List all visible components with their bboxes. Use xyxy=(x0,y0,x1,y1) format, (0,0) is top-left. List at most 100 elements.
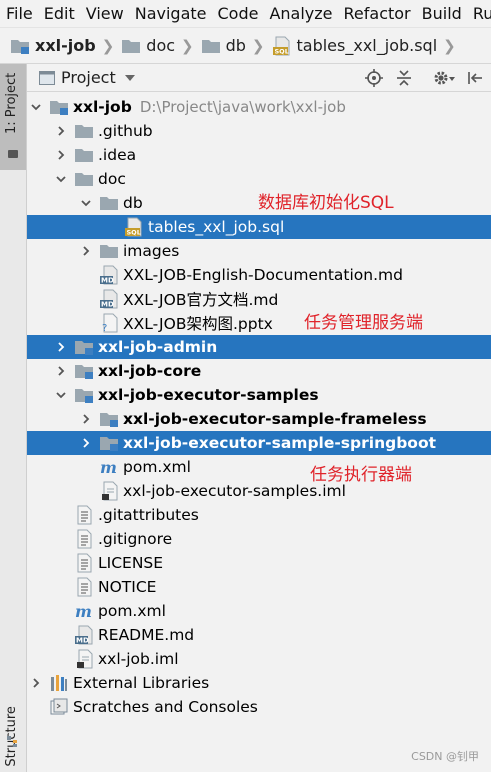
text-icon xyxy=(74,529,94,549)
left-tool-strip: 1: Project Z: Structure xyxy=(0,64,27,772)
chevron-right-icon[interactable] xyxy=(29,671,43,695)
tree-node-label: doc xyxy=(98,170,126,188)
menu-view[interactable]: View xyxy=(86,4,124,23)
locate-icon[interactable] xyxy=(365,69,383,87)
breadcrumb-separator-icon: ❯ xyxy=(101,36,115,55)
project-path: D:\Project\java\work\xxl-job xyxy=(139,98,346,116)
chevron-right-icon[interactable] xyxy=(54,335,68,359)
module-folder-icon xyxy=(74,361,94,381)
annotation-db-sql: 数据库初始化SQL xyxy=(258,193,394,213)
annotation-admin: 任务管理服务端 xyxy=(304,313,423,333)
tree-node[interactable]: images xyxy=(27,239,491,263)
folder-icon xyxy=(201,37,221,55)
gear-icon[interactable] xyxy=(433,69,455,87)
breadcrumb-item[interactable]: xxl-job ❯ xyxy=(10,36,121,55)
chevron-down-icon[interactable] xyxy=(79,191,93,215)
hide-panel-icon[interactable] xyxy=(467,70,483,86)
unknown-icon: ? xyxy=(99,313,119,333)
tree-node-label: .idea xyxy=(98,146,137,164)
project-tool-tab[interactable]: 1: Project xyxy=(0,64,26,170)
tree-node[interactable]: MD README.md xyxy=(27,623,491,647)
chevron-right-icon[interactable] xyxy=(79,239,93,263)
tree-node[interactable]: xxl-job-core xyxy=(27,359,491,383)
tree-node[interactable]: xxl-job-executor-samples xyxy=(27,383,491,407)
chevron-down-icon[interactable] xyxy=(29,95,43,119)
chevron-right-icon[interactable] xyxy=(79,431,93,455)
tree-node[interactable]: xxl-job-executor-samples.iml xyxy=(27,479,491,503)
svg-text:SQL: SQL xyxy=(274,47,288,55)
breadcrumb-item[interactable]: doc ❯ xyxy=(121,36,200,55)
menu-analyze[interactable]: Analyze xyxy=(269,4,332,23)
chevron-down-icon[interactable] xyxy=(54,167,68,191)
tree-node-label: .github xyxy=(98,122,153,140)
tree-node[interactable]: SQL tables_xxl_job.sql xyxy=(27,215,491,239)
tree-node-label: XXL-JOB-English-Documentation.md xyxy=(123,266,403,284)
tree-node-label: xxl-job xyxy=(73,98,132,116)
folder-icon xyxy=(99,241,119,261)
menu-code[interactable]: Code xyxy=(218,4,259,23)
tree-node[interactable]: xxl-job-admin xyxy=(27,335,491,359)
tree-node-label: .gitignore xyxy=(98,530,173,548)
project-panel: Project xxl-job D:\Project\java\work\xxl-… xyxy=(27,64,491,772)
tree-node[interactable]: Scratches and Consoles xyxy=(27,695,491,719)
tree-node[interactable]: External Libraries xyxy=(27,671,491,695)
breadcrumb-separator-icon: ❯ xyxy=(181,36,194,55)
tree-node[interactable]: NOTICE xyxy=(27,575,491,599)
tree-node[interactable]: m pom.xml xyxy=(27,455,491,479)
tree-node[interactable]: xxl-job-executor-sample-frameless xyxy=(27,407,491,431)
maven-icon: m xyxy=(99,457,119,477)
breadcrumb: xxl-job ❯ doc ❯ db ❯ SQL tables_xxl_job.sql ❯ xyxy=(0,28,491,64)
tree-node-label: pom.xml xyxy=(98,602,166,620)
collapse-all-icon[interactable] xyxy=(395,69,413,87)
tree-node-label: External Libraries xyxy=(73,674,210,692)
tree-node[interactable]: xxl-job D:\Project\java\work\xxl-job xyxy=(27,95,491,119)
tree-node[interactable]: LICENSE xyxy=(27,551,491,575)
tree-node[interactable]: .github xyxy=(27,119,491,143)
menu-run[interactable]: Run xyxy=(473,4,491,23)
menu-bar: File Edit View Navigate Code Analyze Refactor B… xyxy=(0,0,491,28)
md-icon: MD xyxy=(99,289,119,309)
tree-node-label: xxl-job-core xyxy=(98,362,202,380)
tree-node-label: db xyxy=(123,194,143,212)
tree-node[interactable]: m pom.xml xyxy=(27,599,491,623)
tree-node[interactable]: .gitignore xyxy=(27,527,491,551)
tree-node[interactable]: xxl-job.iml xyxy=(27,647,491,671)
iml-icon xyxy=(74,649,94,669)
tree-node[interactable]: MD XXL-JOB-English-Documentation.md xyxy=(27,263,491,287)
chevron-right-icon[interactable] xyxy=(54,359,68,383)
text-icon xyxy=(74,577,94,597)
panel-toolbar xyxy=(359,64,491,92)
svg-text:?: ? xyxy=(102,323,107,333)
project-view-selector[interactable]: Project xyxy=(39,68,135,87)
menu-build[interactable]: Build xyxy=(422,4,462,23)
menu-navigate[interactable]: Navigate xyxy=(135,4,207,23)
chevron-down-icon[interactable] xyxy=(54,383,68,407)
chevron-down-icon xyxy=(124,74,135,81)
chevron-right-icon[interactable] xyxy=(79,407,93,431)
module-folder-icon xyxy=(99,409,119,429)
tree-node-label: tables_xxl_job.sql xyxy=(148,218,285,236)
tree-node[interactable]: .gitattributes xyxy=(27,503,491,527)
menu-edit[interactable]: Edit xyxy=(44,4,75,23)
menu-file[interactable]: File xyxy=(6,4,33,23)
tree-node[interactable]: .idea xyxy=(27,143,491,167)
chevron-right-icon[interactable] xyxy=(54,119,68,143)
menu-refactor[interactable]: Refactor xyxy=(344,4,411,23)
chevron-right-icon[interactable] xyxy=(54,143,68,167)
breadcrumb-label: tables_xxl_job.sql xyxy=(296,36,438,55)
tree-node[interactable]: xxl-job-executor-sample-springboot xyxy=(27,431,491,455)
breadcrumb-separator-icon: ❯ xyxy=(251,36,265,55)
breadcrumb-item[interactable]: SQL tables_xxl_job.sql ❯ xyxy=(272,36,463,56)
breadcrumb-item[interactable]: db ❯ xyxy=(201,36,272,55)
svg-text:MD: MD xyxy=(101,301,114,309)
libraries-icon xyxy=(49,673,69,693)
